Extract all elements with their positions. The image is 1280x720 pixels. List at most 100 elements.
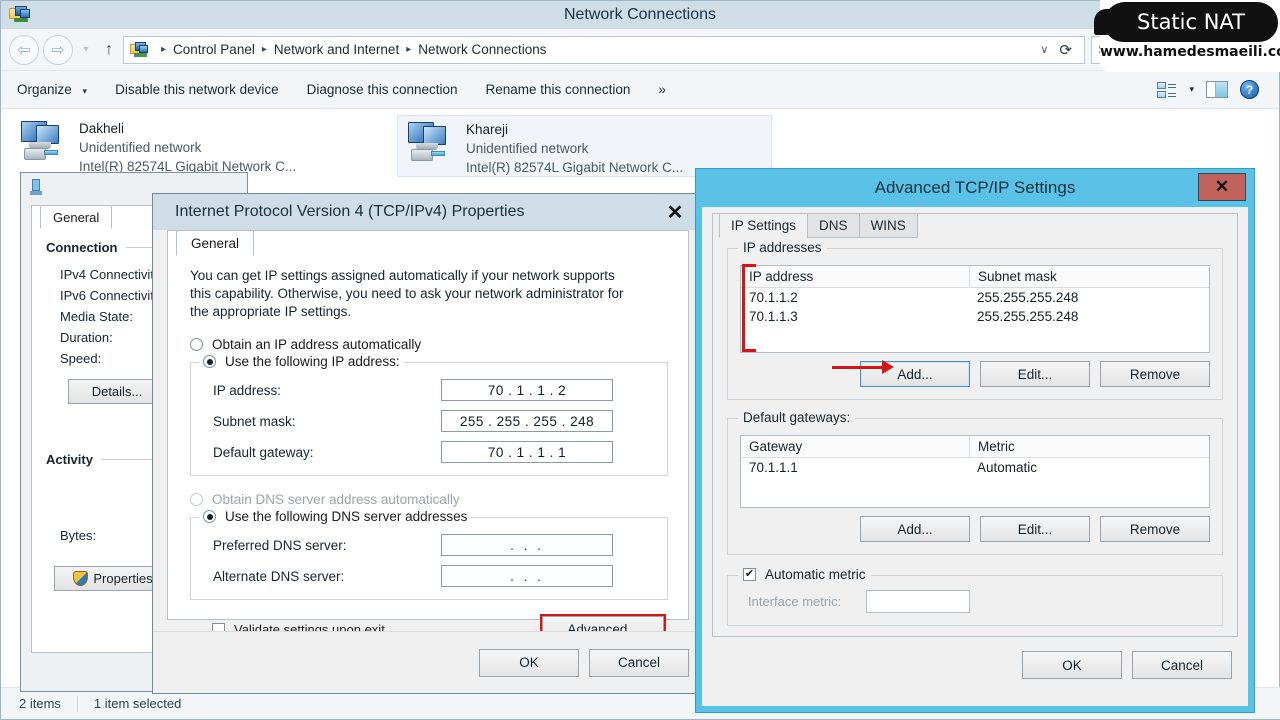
disable-device-button[interactable]: Disable this network device (101, 82, 293, 97)
gateways-buttons: Add... Edit... Remove (740, 516, 1210, 542)
radio-icon (190, 493, 203, 506)
address-bar-icon (130, 41, 150, 58)
breadcrumb-control-panel[interactable]: Control Panel (173, 42, 255, 57)
tab-general[interactable]: General (176, 230, 255, 256)
properties-label: Properties (93, 571, 153, 586)
radio-obtain-dns-automatically[interactable]: Obtain DNS server address automatically (190, 492, 668, 507)
alternate-dns-label: Alternate DNS server: (213, 568, 345, 584)
preview-pane-icon[interactable] (1206, 81, 1228, 98)
preferred-dns-row: Preferred DNS server: . . . (191, 534, 667, 556)
cell-ip-address: 70.1.1.3 (749, 309, 798, 324)
ipv4-intro-text: You can get IP settings assigned automat… (190, 268, 624, 319)
window-titlebar: Network Connections (1, 1, 1279, 29)
chevron-down-icon[interactable]: ∨ (1031, 43, 1057, 56)
automatic-metric-label: Automatic metric (765, 567, 866, 582)
back-button[interactable]: ⇦ (9, 34, 39, 65)
status-selected-count: 1 item selected (93, 696, 182, 711)
advanced-dialog-title: Advanced TCP/IP Settings (874, 178, 1076, 197)
default-gateway-input[interactable]: 70 . 1 . 1 . 1 (441, 441, 613, 463)
table-row[interactable]: 70.1.1.1 Automatic (741, 458, 1209, 477)
ip-addresses-list[interactable]: IP address Subnet mask 70.1.1.2 255.255.… (740, 265, 1210, 353)
ip-addresses-header: IP address Subnet mask (741, 266, 1209, 288)
address-bar[interactable]: ▸ Control Panel ▸ Network and Internet ▸… (123, 35, 1085, 64)
table-row[interactable]: 70.1.1.3 255.255.255.248 (741, 307, 1209, 326)
automatic-metric-group: ✔ Automatic metric Interface metric: (727, 567, 1223, 626)
tab-general[interactable]: General (40, 205, 113, 229)
breadcrumb-network-and-internet[interactable]: Network and Internet (274, 42, 399, 57)
table-row[interactable]: 70.1.1.2 255.255.255.248 (741, 288, 1209, 307)
status-divider (76, 695, 78, 712)
change-view-icon[interactable] (1157, 81, 1177, 99)
advanced-cancel-button[interactable]: Cancel (1132, 651, 1232, 679)
connection-name: Dakheli (79, 121, 125, 136)
close-icon[interactable]: ✕ (1198, 173, 1246, 201)
default-gateway-label: Default gateway: (213, 444, 314, 460)
watermark: Static NAT www.hamedesmaeili.com (1090, 0, 1280, 72)
up-button[interactable]: ↑ (95, 41, 123, 59)
tab-wins[interactable]: WINS (858, 213, 918, 238)
recent-locations-chevron-icon[interactable]: ▾ (77, 44, 95, 55)
gateway-remove-button[interactable]: Remove (1100, 516, 1210, 542)
column-gateway[interactable]: Gateway (741, 436, 969, 457)
connection-network: Unidentified network (79, 140, 202, 155)
view-options-chevron-icon[interactable]: ▾ (1189, 84, 1194, 95)
interface-metric-label: Interface metric: (748, 594, 842, 609)
preferred-dns-input[interactable]: . . . (441, 534, 613, 556)
radio-obtain-ip-automatically[interactable]: Obtain an IP address automatically (190, 337, 668, 352)
help-icon[interactable]: ? (1240, 80, 1259, 99)
shield-icon (73, 571, 89, 586)
ip-address-label: IP address: (213, 382, 282, 398)
tab-ip-settings[interactable]: IP Settings (719, 213, 809, 238)
rename-connection-button[interactable]: Rename this connection (472, 82, 645, 97)
organize-label: Organize (17, 82, 72, 97)
organize-button[interactable]: Organize ▾ (15, 82, 101, 97)
ipv4-dialog-footer: OK Cancel (153, 631, 703, 693)
gateway-edit-button[interactable]: Edit... (980, 516, 1090, 542)
default-gateways-group: Default gateways: Gateway Metric 70.1.1.… (727, 410, 1223, 555)
gateway-add-button[interactable]: Add... (860, 516, 970, 542)
connection-adapter: Intel(R) 82574L Gigabit Network C... (466, 160, 684, 175)
advanced-dialog-panel: IP Settings DNS WINS IP addresses IP add… (712, 213, 1238, 637)
breadcrumb-separator-icon: ▸ (261, 44, 267, 55)
automatic-metric-checkbox[interactable]: ✔ Automatic metric (738, 567, 871, 582)
column-ip-address[interactable]: IP address (741, 266, 969, 287)
ip-address-input[interactable]: 70 . 1 . 1 . 2 (441, 379, 613, 401)
radio-use-following-ip[interactable]: Use the following IP address: (199, 354, 404, 369)
ip-remove-button[interactable]: Remove (1100, 361, 1210, 387)
window-title: Network Connections (563, 6, 717, 23)
alternate-dns-input[interactable]: . . . (441, 565, 613, 587)
checkbox-icon: ✔ (743, 568, 756, 581)
manual-ip-group: Use the following IP address: IP address… (190, 354, 668, 476)
ok-button[interactable]: OK (479, 648, 579, 677)
radio-icon (203, 510, 216, 523)
subnet-mask-input[interactable]: 255 . 255 . 255 . 248 (441, 410, 613, 432)
tab-dns[interactable]: DNS (807, 213, 860, 238)
radio-label: Obtain DNS server address automatically (212, 492, 460, 507)
ip-addresses-buttons: Add... Edit... Remove (740, 361, 1210, 387)
breadcrumb-network-connections[interactable]: Network Connections (418, 42, 546, 57)
cancel-button[interactable]: Cancel (589, 648, 689, 677)
watermark-badge: Static NAT (1137, 10, 1245, 34)
navigation-bar: ⇦ ⇨ ▾ ↑ ▸ Control Panel ▸ Network and In… (1, 29, 1279, 71)
refresh-icon[interactable]: ⟳ (1057, 41, 1080, 59)
default-gateways-list[interactable]: Gateway Metric 70.1.1.1 Automatic (740, 435, 1210, 508)
ip-add-button[interactable]: Add... (860, 361, 970, 387)
advanced-ok-button[interactable]: OK (1022, 651, 1122, 679)
command-toolbar: Organize ▾ Disable this network device D… (1, 71, 1279, 109)
cell-subnet-mask: 255.255.255.248 (977, 290, 1079, 305)
connection-item-dakheli[interactable]: Dakheli Unidentified network Intel(R) 82… (11, 115, 386, 177)
radio-label: Use the following IP address: (225, 354, 400, 369)
column-metric[interactable]: Metric (969, 436, 1209, 457)
status-items-count: 2 items (19, 696, 61, 711)
toolbar-overflow-button[interactable]: » (644, 82, 680, 97)
column-subnet-mask[interactable]: Subnet mask (969, 266, 1209, 287)
interface-metric-input[interactable] (866, 590, 970, 613)
forward-button[interactable]: ⇨ (43, 34, 73, 65)
ip-edit-button[interactable]: Edit... (980, 361, 1090, 387)
default-gateway-row: Default gateway: 70 . 1 . 1 . 1 (191, 441, 667, 463)
advanced-tcpip-settings-dialog: Advanced TCP/IP Settings ✕ IP Settings D… (695, 168, 1255, 713)
radio-label: Use the following DNS server addresses (225, 509, 468, 524)
diagnose-connection-button[interactable]: Diagnose this connection (293, 82, 472, 97)
network-adapter-icon (17, 119, 73, 169)
radio-use-following-dns[interactable]: Use the following DNS server addresses (199, 509, 472, 524)
